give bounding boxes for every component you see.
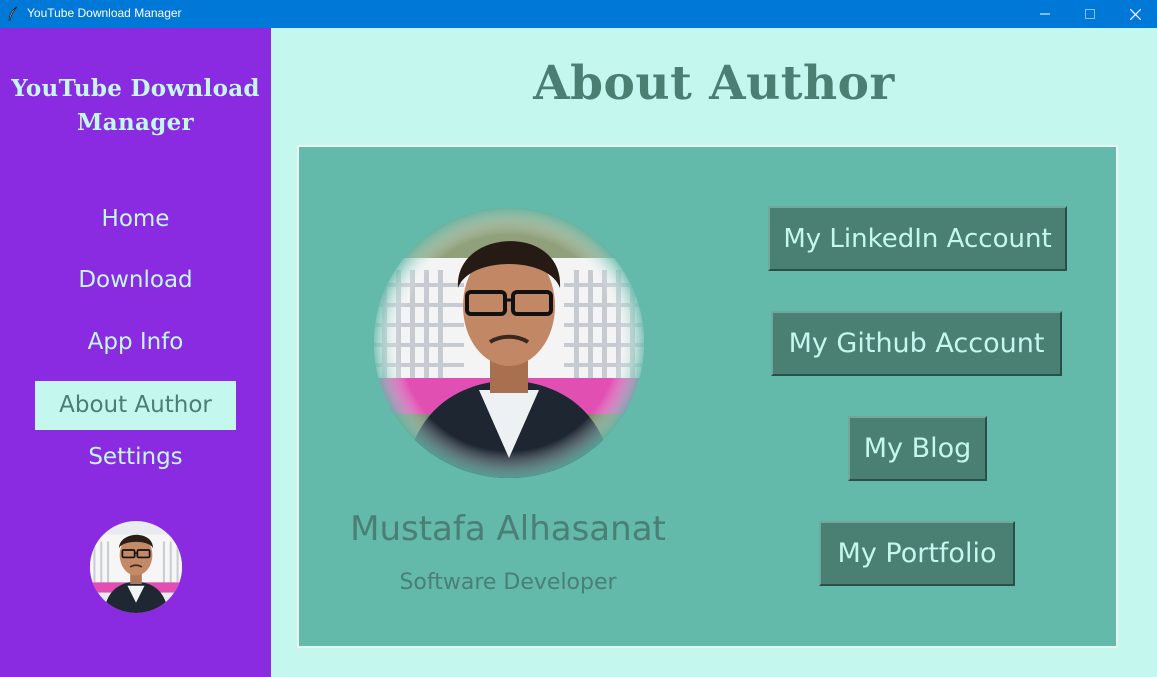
sidebar: YouTube Download Manager Home Download A… [0, 28, 271, 677]
page-title: About Author [533, 56, 895, 111]
author-role: Software Developer [399, 570, 617, 595]
maximize-icon [1085, 9, 1095, 19]
app-name-line1: YouTube Download [11, 75, 260, 102]
github-button[interactable]: My Github Account [771, 311, 1062, 376]
sidebar-item-app-info[interactable]: App Info [35, 329, 236, 355]
close-button[interactable] [1112, 0, 1157, 28]
sidebar-item-download[interactable]: Download [35, 267, 236, 293]
author-name: Mustafa Alhasanat [350, 509, 666, 549]
window-title: YouTube Download Manager [27, 6, 182, 20]
app-name: YouTube Download Manager [0, 72, 271, 140]
author-photo [374, 208, 644, 478]
window-titlebar: YouTube Download Manager [0, 0, 1157, 28]
sidebar-item-about-author[interactable]: About Author [35, 381, 236, 430]
feather-icon [8, 6, 18, 21]
linkedin-button[interactable]: My LinkedIn Account [768, 206, 1067, 271]
avatar-small [90, 521, 182, 613]
close-icon [1129, 8, 1141, 20]
maximize-button[interactable] [1067, 0, 1113, 28]
portfolio-button[interactable]: My Portfolio [819, 521, 1015, 586]
avatar [374, 208, 644, 478]
sidebar-item-home[interactable]: Home [35, 206, 236, 232]
sidebar-item-settings[interactable]: Settings [35, 444, 236, 470]
minimize-button[interactable] [1022, 0, 1068, 28]
author-photo-small [90, 521, 182, 613]
app-name-line2: Manager [77, 109, 194, 136]
blog-button[interactable]: My Blog [848, 416, 987, 481]
minimize-icon [1040, 13, 1050, 15]
